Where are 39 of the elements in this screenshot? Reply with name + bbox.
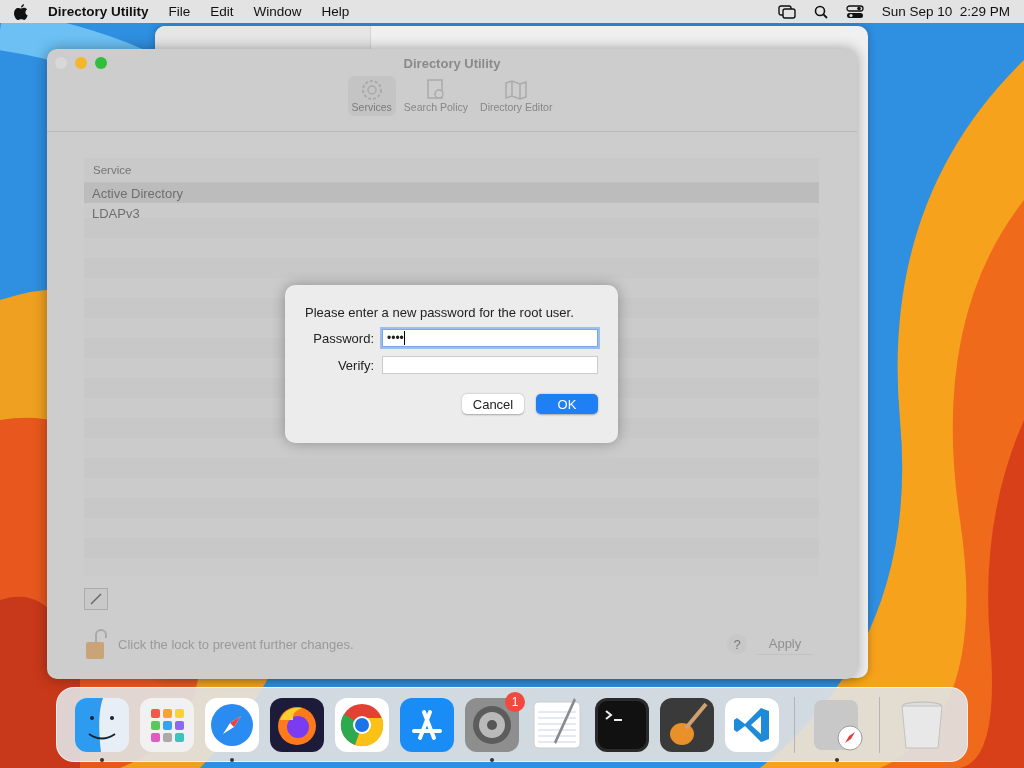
password-field[interactable]: •••• (382, 329, 598, 347)
pencil-icon (90, 593, 102, 605)
apple-logo-icon[interactable] (14, 3, 28, 20)
field-label: Password: (313, 330, 374, 346)
menu-item[interactable]: File (168, 4, 191, 19)
finder-face-icon[interactable] (75, 697, 129, 752)
toolbar-tab[interactable]: Services (347, 76, 396, 116)
ok-button[interactable]: OK (536, 394, 598, 414)
terminal-icon[interactable] (595, 697, 649, 752)
gear-icon[interactable] (465, 697, 519, 752)
windows-icon[interactable] (777, 4, 796, 19)
edit-button[interactable] (84, 588, 108, 610)
cancel-button[interactable]: Cancel (462, 394, 524, 414)
notepad-pen-icon[interactable] (530, 697, 584, 752)
toolbar-tab[interactable]: Directory Editor (476, 76, 557, 116)
fox-globe-icon[interactable] (270, 697, 324, 752)
clock[interactable]: Sun Sep 10 2:29 PM (881, 4, 1010, 19)
map-icon (504, 79, 529, 101)
app-store-icon[interactable] (400, 697, 454, 752)
table-row[interactable]: LDAPv3 (84, 203, 819, 223)
code-editor-icon[interactable] (725, 697, 779, 752)
notification-badge: 1 (505, 691, 525, 712)
field-label: Verify: (337, 357, 374, 373)
help-button[interactable]: ? (727, 634, 747, 654)
menu-item[interactable]: Window (253, 4, 302, 19)
app-grid-icon[interactable] (140, 697, 194, 752)
guitar-icon[interactable] (660, 697, 714, 752)
search-icon[interactable] (813, 4, 828, 19)
window-title: Directory Utility (403, 56, 501, 71)
password-field[interactable] (382, 356, 598, 374)
compass-icon[interactable] (205, 697, 259, 752)
menu-item[interactable]: Help (321, 4, 350, 19)
menu-item[interactable]: Edit (210, 4, 234, 19)
toggles-icon[interactable] (845, 4, 864, 19)
table-row[interactable]: Active Directory (84, 183, 819, 203)
toolbar-tab[interactable]: Search Policy (399, 76, 473, 116)
gear-icon (359, 79, 384, 101)
app-menu[interactable]: Directory Utility (48, 4, 149, 19)
dialog-message: Please enter a new password for the root user. (305, 305, 575, 320)
